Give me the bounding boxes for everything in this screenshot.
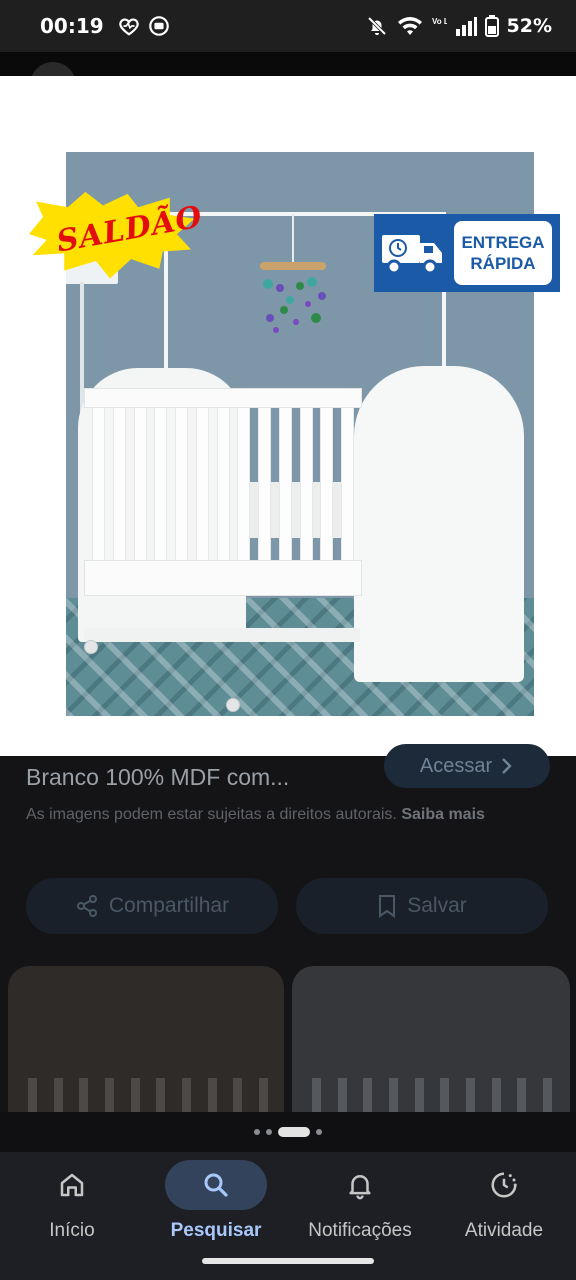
product-title[interactable]: Branco 100% MDF com... xyxy=(26,764,289,791)
delivery-label: ENTREGA RÁPIDA xyxy=(454,221,552,285)
page-dot xyxy=(266,1129,272,1135)
nav-notifications-label: Notificações xyxy=(308,1220,412,1241)
crib-bottom-rail xyxy=(84,560,362,596)
nav-activity[interactable]: Atividade xyxy=(432,1160,576,1256)
related-image-thumbnail[interactable] xyxy=(8,966,284,1112)
status-right: Vo LTE 52% xyxy=(365,14,552,38)
status-time: 00:19 xyxy=(40,14,104,38)
nav-search[interactable]: Pesquisar xyxy=(144,1160,288,1256)
search-icon xyxy=(204,1173,228,1197)
crib-top-rail xyxy=(84,388,362,408)
mobile-string xyxy=(292,214,294,262)
crib-right-headboard xyxy=(354,366,524,682)
volte-icon: Vo LTE xyxy=(432,17,447,26)
status-left-icons xyxy=(118,15,170,37)
page-dot-active xyxy=(278,1127,310,1137)
visit-button[interactable]: Acessar xyxy=(384,744,550,788)
signal-icon xyxy=(455,17,477,36)
share-button[interactable]: Compartilhar xyxy=(26,878,278,934)
visit-button-label: Acessar xyxy=(419,754,493,777)
nav-activity-label: Atividade xyxy=(464,1220,544,1241)
copyright-notice: As imagens podem estar sujeitas a direit… xyxy=(26,802,546,828)
fast-delivery-badge: ENTREGA RÁPIDA xyxy=(374,214,560,292)
copyright-text: As imagens podem estar sujeitas a direit… xyxy=(26,806,397,823)
nav-home-label: Início xyxy=(49,1220,95,1241)
crib-slats xyxy=(92,408,354,560)
status-bar: 00:19 Vo LTE 52% xyxy=(0,0,576,52)
volte-label: Vo LTE xyxy=(432,17,447,26)
learn-more-link[interactable]: Saiba mais xyxy=(401,806,485,823)
crib-mobile-toy xyxy=(263,277,326,333)
wifi-icon xyxy=(397,17,422,35)
page-indicator xyxy=(0,1112,576,1152)
crib-front-rail xyxy=(84,388,362,628)
battery-icon xyxy=(484,15,499,37)
truck-icon xyxy=(380,225,446,281)
battery-percent: 52% xyxy=(506,15,552,37)
page-dot xyxy=(254,1129,260,1135)
save-button[interactable]: Salvar xyxy=(296,878,548,934)
delivery-line-2: RÁPIDA xyxy=(470,254,536,273)
gesture-bar[interactable] xyxy=(202,1258,374,1264)
related-image-thumbnail[interactable] xyxy=(292,966,570,1112)
crib-base xyxy=(84,628,360,642)
chevron-right-icon xyxy=(502,758,512,774)
product-image-viewer[interactable]: SALDÃO ENTREGA RÁPIDA xyxy=(0,76,576,756)
bookmark-icon xyxy=(379,895,396,918)
sale-badge: SALDÃO xyxy=(22,190,205,286)
save-button-label: Salvar xyxy=(407,894,467,917)
nav-search-label: Pesquisar xyxy=(170,1220,262,1241)
bell-off-icon xyxy=(367,16,386,36)
nav-notifications[interactable]: Notificações xyxy=(288,1160,432,1256)
heart-monitor-icon xyxy=(118,18,139,36)
media-icon xyxy=(148,16,169,36)
bell-icon xyxy=(349,1175,371,1200)
activity-icon xyxy=(491,1172,517,1198)
crib-wheel xyxy=(84,640,98,654)
top-band xyxy=(0,52,576,76)
mobile-ring xyxy=(260,262,326,270)
share-button-label: Compartilhar xyxy=(108,894,230,917)
home-icon xyxy=(60,1173,84,1197)
page-dot xyxy=(316,1129,322,1135)
delivery-line-1: ENTREGA xyxy=(461,233,545,252)
share-icon xyxy=(76,895,97,917)
result-details-panel: Acessar Branco 100% MDF com... As imagen… xyxy=(0,744,576,1112)
bottom-navigation: Início Pesquisar Notificações Atividade xyxy=(0,1152,576,1280)
crib-wheel xyxy=(226,698,240,712)
nav-home[interactable]: Início xyxy=(0,1160,144,1256)
